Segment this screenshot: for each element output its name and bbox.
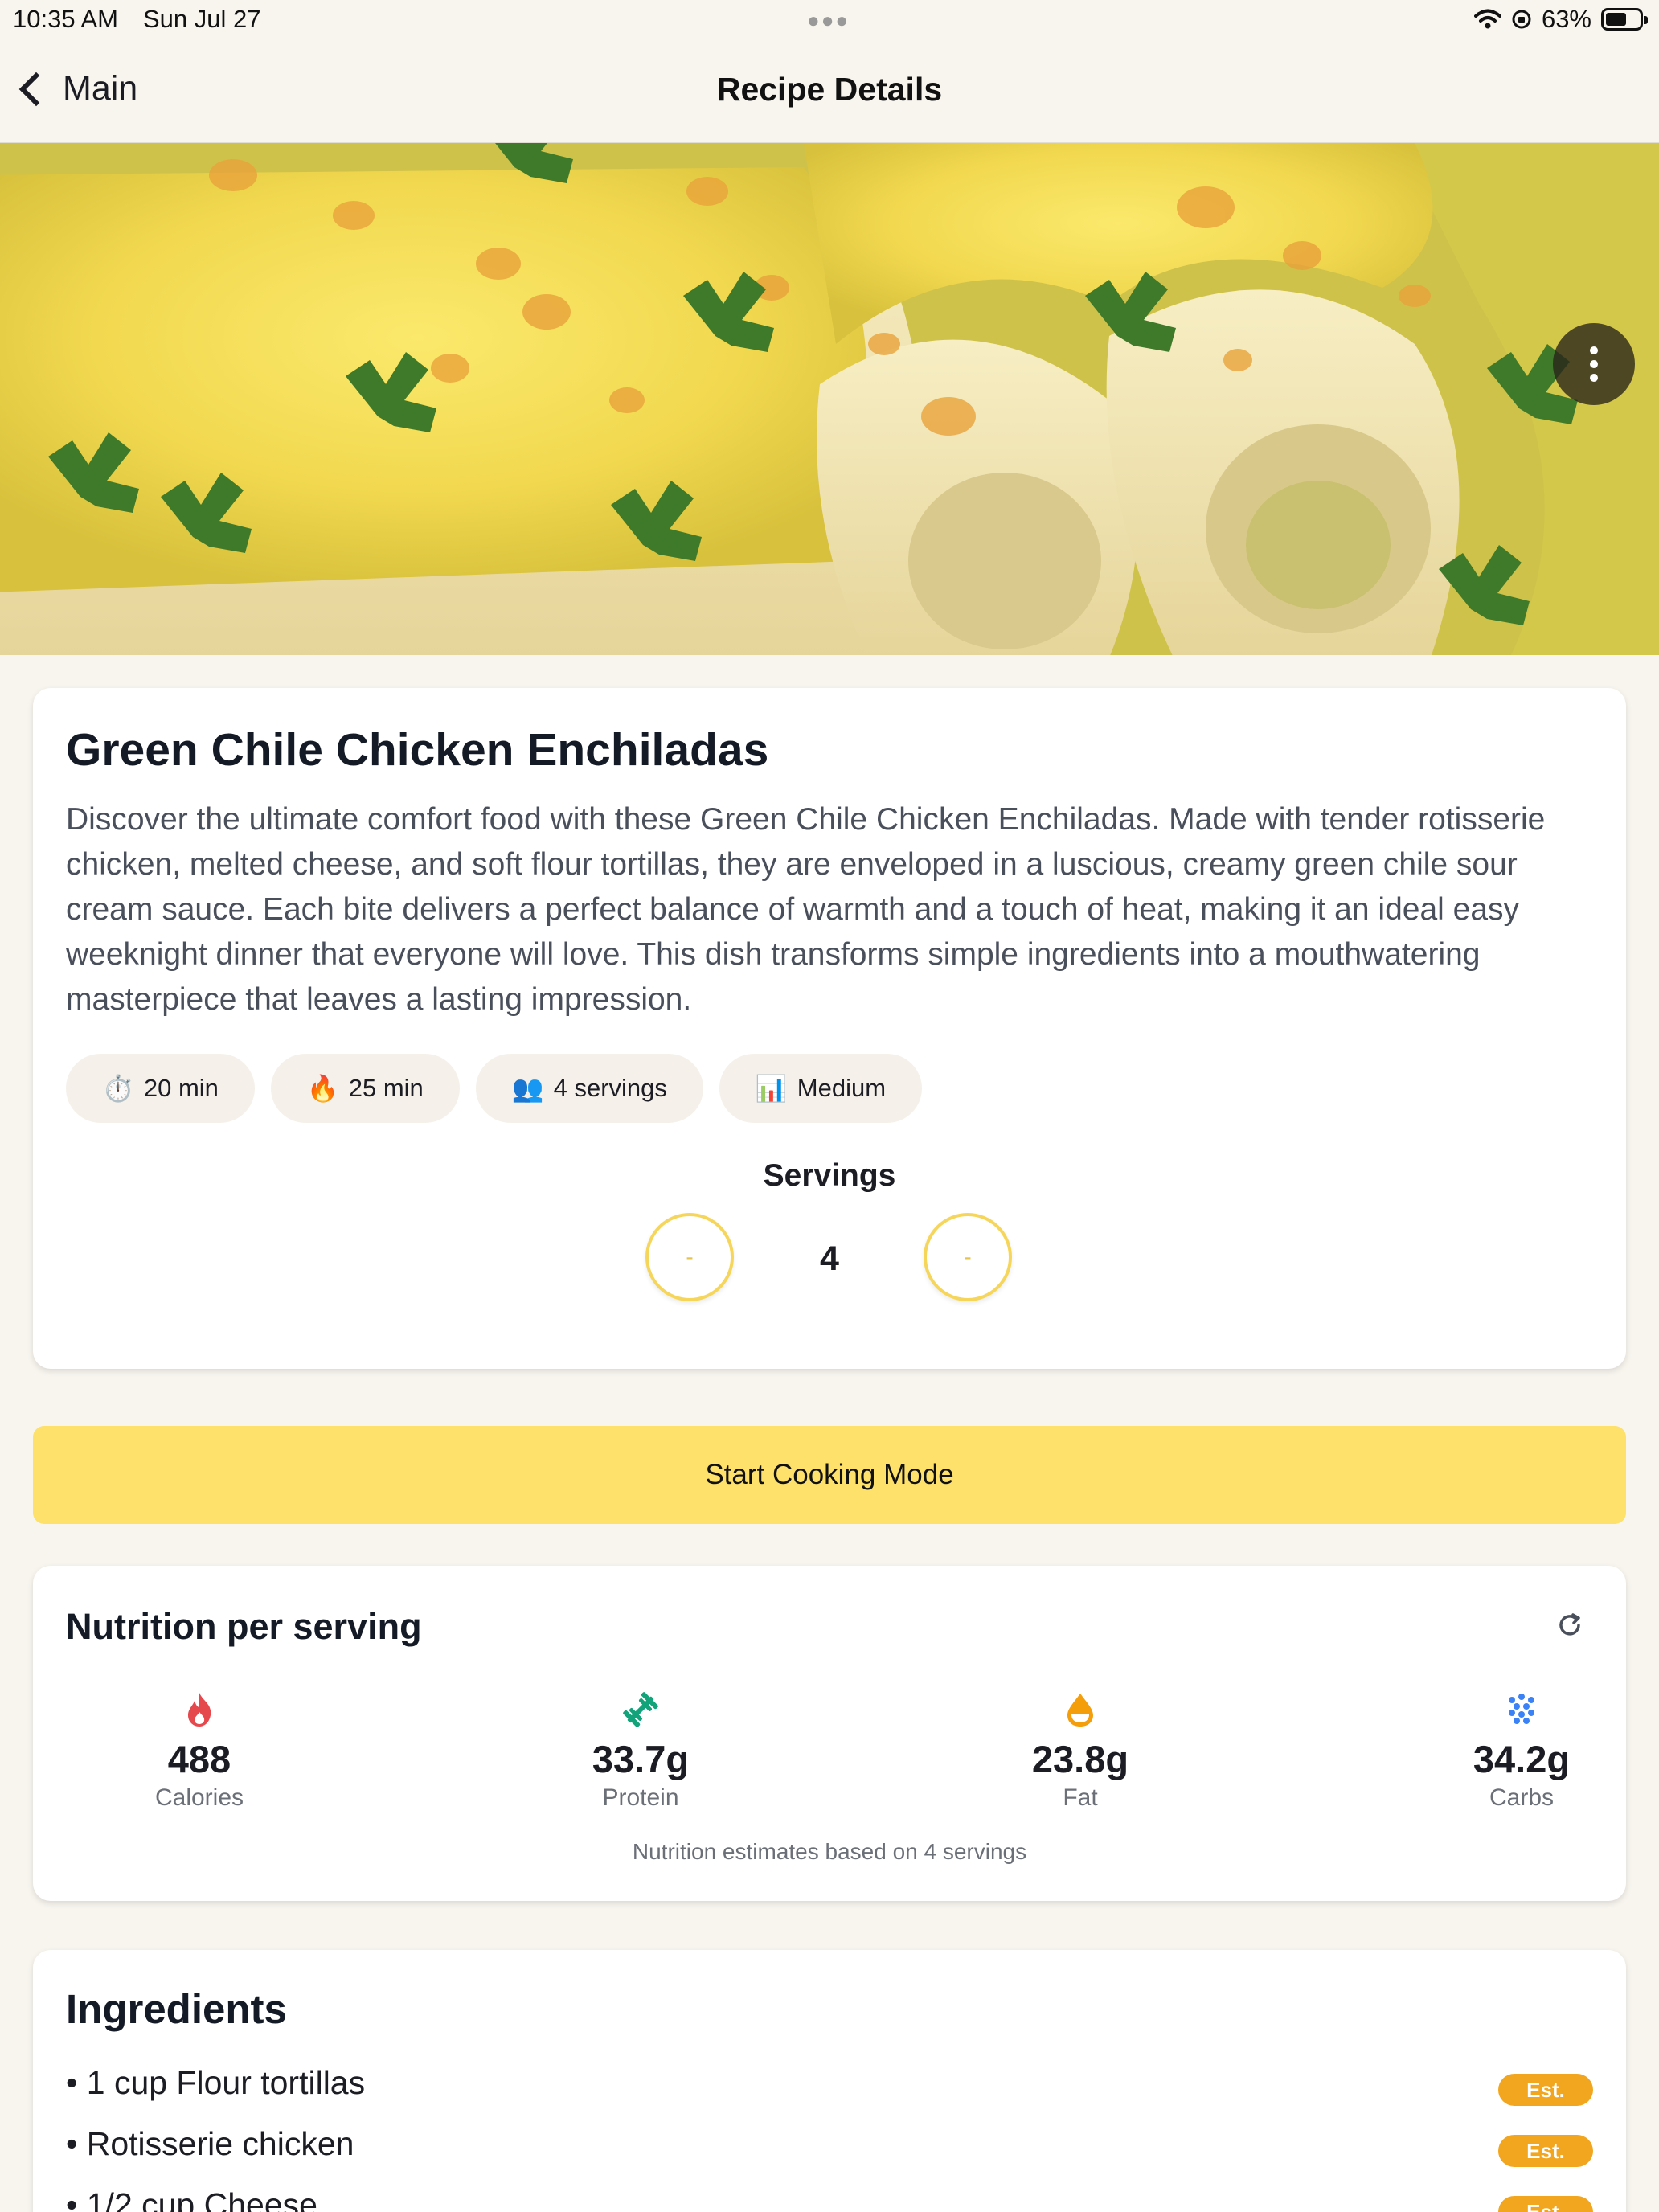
recipe-meta-chips: ⏱️ 20 min 🔥 25 min 👥 4 servings 📊 Medium	[66, 1054, 923, 1123]
fat-label: Fat	[1063, 1784, 1098, 1811]
nutrition-carbs: 34.2g Carbs	[1433, 1690, 1610, 1812]
nutrition-protein: 33.7g Protein	[552, 1690, 729, 1812]
people-icon: 👥	[511, 1074, 544, 1103]
battery-percent: 63%	[1541, 5, 1591, 33]
chip-label: 4 servings	[553, 1074, 667, 1102]
recipe-description: Discover the ultimate comfort food with …	[66, 802, 1546, 1017]
status-time: 10:35 AM	[13, 5, 118, 33]
fat-value: 23.8g	[1031, 1738, 1129, 1780]
nutrition-calories: 488 Calories	[111, 1690, 288, 1812]
battery-level	[1606, 13, 1627, 26]
ingredient-item: • 1 cup Flour tortillas Est.	[66, 2064, 1593, 2112]
calories-label: Calories	[154, 1784, 244, 1811]
grain-icon	[1509, 1694, 1534, 1724]
more-dot-icon	[1590, 374, 1598, 382]
carbs-value: 34.2g	[1473, 1738, 1571, 1780]
prep-time-chip: ⏱️ 20 min	[66, 1054, 255, 1123]
enchiladas-illustration	[0, 143, 1659, 655]
ingredient-item: • Rotisserie chicken Est.	[66, 2125, 1593, 2173]
status-bar: 10:35 AM Sun Jul 27 ●●● 63%	[0, 0, 1659, 40]
recipe-title: Green Chile Chicken Enchiladas	[66, 724, 769, 776]
servings-count: 4	[820, 1239, 839, 1278]
ingredients-card: Ingredients • 1 cup Flour tortillas Est.…	[33, 1950, 1626, 2212]
ingredient-item: • 1/2 cup Cheese Est.	[66, 2186, 1593, 2212]
nutrition-fat: 23.8g Fat	[992, 1690, 1169, 1812]
page-title: Recipe Details	[716, 71, 943, 108]
drop-icon	[1067, 1694, 1093, 1727]
nutrition-title: Nutrition per serving	[66, 1606, 422, 1647]
protein-value: 33.7g	[592, 1738, 690, 1780]
chip-label: 25 min	[348, 1074, 424, 1102]
nutrition-note: Nutrition estimates based on 4 servings	[632, 1839, 1027, 1864]
ingredient-text: • 1/2 cup Cheese	[66, 2186, 317, 2212]
navigation-bar: Main Recipe Details	[0, 40, 1659, 143]
more-options-button[interactable]	[1553, 323, 1635, 405]
cook-time-chip: 🔥 25 min	[270, 1054, 460, 1123]
nutrition-card: Nutrition per serving 488 Calories 33.7g…	[33, 1566, 1626, 1901]
estimate-badge: Est.	[1498, 2196, 1593, 2212]
difficulty-chip: 📊 Medium	[719, 1054, 923, 1123]
ingredient-text: • Rotisserie chicken	[66, 2125, 354, 2162]
servings-label: Servings	[763, 1158, 896, 1193]
carbs-label: Carbs	[1489, 1784, 1555, 1811]
orientation-lock-icon	[1512, 10, 1531, 29]
chip-label: 20 min	[143, 1074, 219, 1102]
calories-value: 488	[167, 1738, 231, 1780]
status-date: Sun Jul 27	[143, 5, 261, 33]
multitasking-dots-icon[interactable]: ●●●	[807, 8, 850, 33]
estimate-badge: Est.	[1498, 2074, 1593, 2106]
increase-servings-button[interactable]: -	[924, 1213, 1012, 1301]
dumbbell-icon	[623, 1692, 658, 1727]
flame-icon	[188, 1693, 211, 1727]
protein-label: Protein	[602, 1784, 679, 1811]
more-dot-icon	[1590, 346, 1598, 354]
stopwatch-icon: ⏱️	[102, 1074, 134, 1103]
recipe-hero-image	[0, 143, 1659, 655]
battery-icon	[1601, 8, 1648, 31]
wifi-icon	[1473, 9, 1501, 29]
estimate-badge: Est.	[1498, 2135, 1593, 2167]
ingredient-text: • 1 cup Flour tortillas	[66, 2064, 366, 2101]
fire-icon: 🔥	[306, 1074, 339, 1103]
recipe-info-card: Green Chile Chicken Enchiladas Discover …	[33, 688, 1626, 1369]
chip-label: Medium	[797, 1074, 887, 1102]
more-dot-icon	[1590, 360, 1598, 368]
servings-chip: 👥 4 servings	[475, 1054, 703, 1123]
bar-chart-icon: 📊	[755, 1074, 788, 1103]
status-indicators: 63%	[1473, 5, 1648, 34]
ingredients-title: Ingredients	[66, 1986, 287, 2032]
start-cooking-mode-button[interactable]: Start Cooking Mode	[33, 1426, 1626, 1524]
refresh-icon[interactable]	[1555, 1611, 1584, 1640]
